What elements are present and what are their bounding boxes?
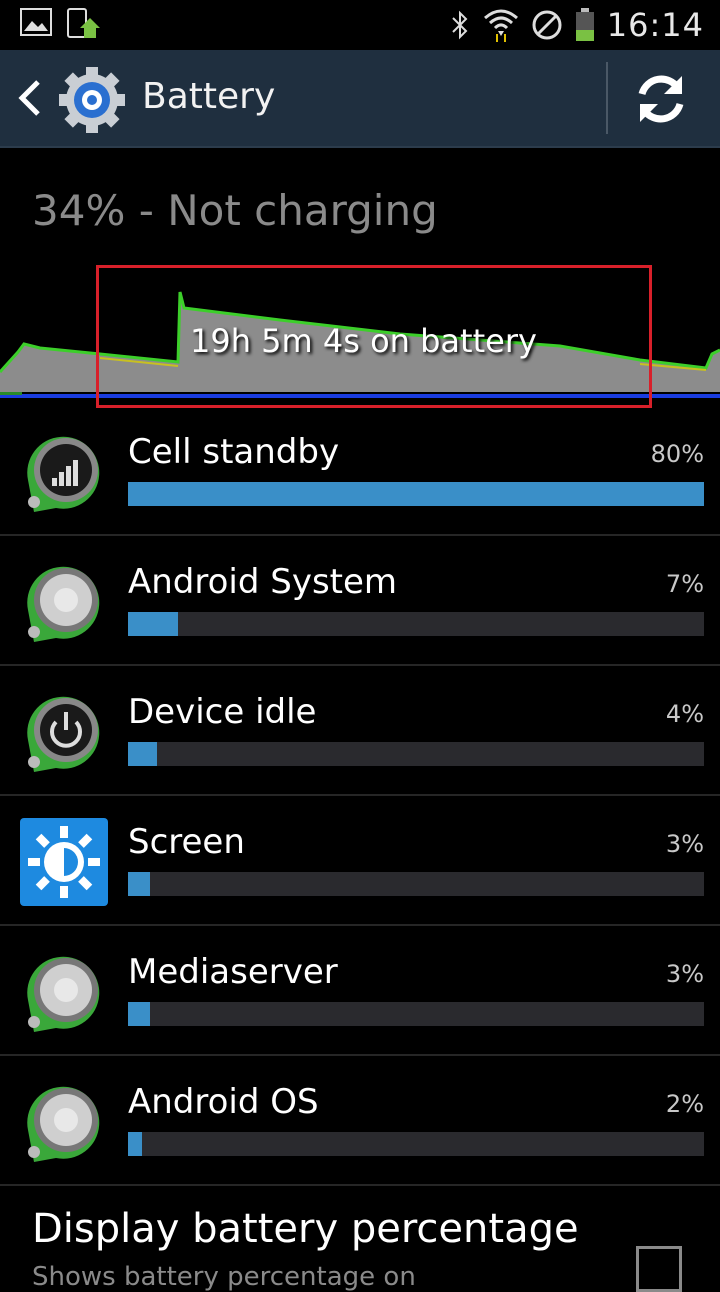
android-os-icon xyxy=(27,1086,100,1162)
power-icon xyxy=(27,696,100,772)
settings-gear-icon xyxy=(59,67,125,133)
refresh-icon[interactable] xyxy=(630,68,692,130)
image-icon xyxy=(20,8,52,36)
status-bar: 16:14 xyxy=(0,0,720,50)
usage-bar xyxy=(128,742,704,766)
item-name: Device idle xyxy=(128,692,317,732)
page-title: Battery xyxy=(142,76,276,117)
item-percent: 3% xyxy=(665,830,704,858)
usage-bar xyxy=(128,1132,704,1156)
usage-list: Cell standby 80% Android System 7% Devic… xyxy=(0,406,720,1186)
action-bar: Battery xyxy=(0,50,720,148)
brightness-icon xyxy=(20,818,108,906)
list-item-mediaserver[interactable]: Mediaserver 3% xyxy=(0,926,720,1056)
usage-bar-fill xyxy=(128,872,150,896)
action-divider xyxy=(606,62,608,134)
item-name: Cell standby xyxy=(128,432,340,472)
list-item-device-idle[interactable]: Device idle 4% xyxy=(0,666,720,796)
usage-bar xyxy=(128,482,704,506)
usage-bar xyxy=(128,872,704,896)
list-item-android-os[interactable]: Android OS 2% xyxy=(0,1056,720,1186)
wifi-icon xyxy=(483,9,518,42)
usage-bar xyxy=(128,1002,704,1026)
item-percent: 7% xyxy=(665,570,704,598)
item-name: Android OS xyxy=(128,1082,319,1122)
item-name: Screen xyxy=(128,822,245,862)
usage-bar-fill xyxy=(128,1002,150,1026)
display-percentage-title[interactable]: Display battery percentage xyxy=(32,1206,579,1252)
item-percent: 4% xyxy=(665,700,704,728)
bluetooth-icon xyxy=(452,10,468,40)
usage-bar xyxy=(128,612,704,636)
usage-bar-fill xyxy=(128,1132,143,1156)
list-item-android-system[interactable]: Android System 7% xyxy=(0,536,720,666)
back-icon[interactable] xyxy=(14,78,44,118)
usage-bar-fill xyxy=(128,612,179,636)
list-item-screen[interactable]: Screen 3% xyxy=(0,796,720,926)
charge-status: 34% - Not charging xyxy=(32,186,438,235)
display-percentage-subtitle: Shows battery percentage on xyxy=(32,1262,416,1292)
mediaserver-icon xyxy=(27,956,100,1032)
usage-bar-fill xyxy=(128,742,157,766)
highlight-box xyxy=(96,265,652,408)
clock: 16:14 xyxy=(606,6,704,44)
item-name: Android System xyxy=(128,562,398,602)
list-item-cell-standby[interactable]: Cell standby 80% xyxy=(0,406,720,536)
item-percent: 3% xyxy=(665,960,704,988)
item-name: Mediaserver xyxy=(128,952,338,992)
display-percentage-checkbox[interactable] xyxy=(636,1246,682,1292)
battery-icon xyxy=(575,8,594,41)
no-signal-icon xyxy=(532,10,562,40)
signal-icon xyxy=(27,436,100,512)
item-percent: 80% xyxy=(650,440,704,468)
usage-bar-fill xyxy=(128,482,704,506)
item-percent: 2% xyxy=(665,1090,704,1118)
android-system-icon xyxy=(27,566,100,642)
phone-update-icon xyxy=(67,8,100,38)
